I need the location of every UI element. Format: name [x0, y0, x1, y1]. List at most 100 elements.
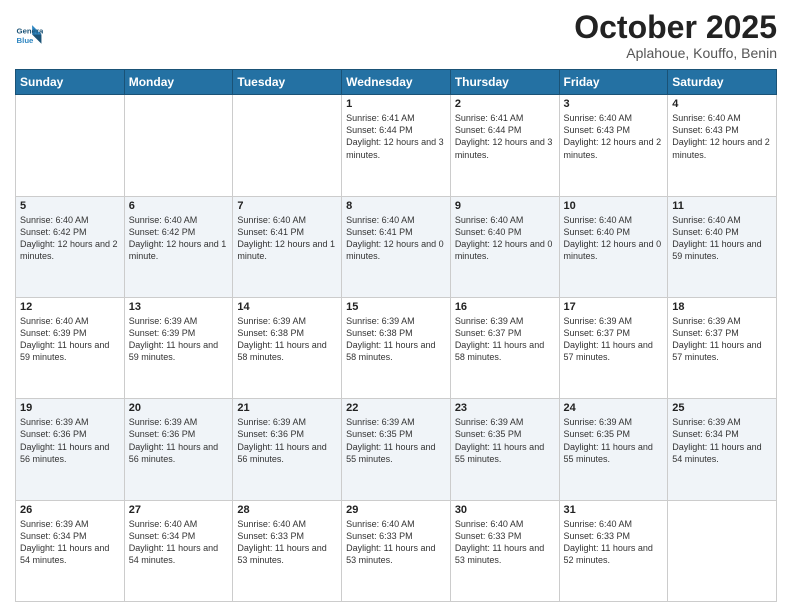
day-number: 21	[237, 402, 337, 414]
svg-text:Blue: Blue	[17, 36, 35, 45]
day-number: 4	[672, 98, 772, 110]
day-info: Sunrise: 6:39 AM Sunset: 6:37 PM Dayligh…	[672, 315, 772, 364]
day-info: Sunrise: 6:40 AM Sunset: 6:33 PM Dayligh…	[346, 518, 446, 567]
calendar-cell	[668, 500, 777, 601]
day-number: 9	[455, 200, 555, 212]
day-info: Sunrise: 6:39 AM Sunset: 6:34 PM Dayligh…	[20, 518, 120, 567]
calendar-cell: 11 Sunrise: 6:40 AM Sunset: 6:40 PM Dayli…	[668, 196, 777, 297]
calendar-cell: 20 Sunrise: 6:39 AM Sunset: 6:36 PM Dayli…	[124, 399, 233, 500]
calendar-cell: 12 Sunrise: 6:40 AM Sunset: 6:39 PM Dayli…	[16, 297, 125, 398]
header: General Blue October 2025 Aplahoue, Kouf…	[15, 10, 777, 61]
weekday-header-wednesday: Wednesday	[342, 70, 451, 95]
week-row-4: 19 Sunrise: 6:39 AM Sunset: 6:36 PM Dayli…	[16, 399, 777, 500]
calendar-cell: 26 Sunrise: 6:39 AM Sunset: 6:34 PM Dayli…	[16, 500, 125, 601]
calendar-cell: 25Sunrise: 6:39 AM Sunset: 6:34 PM Dayli…	[668, 399, 777, 500]
logo: General Blue	[15, 22, 43, 50]
day-number: 22	[346, 402, 446, 414]
title-block: October 2025 Aplahoue, Kouffo, Benin	[574, 10, 777, 61]
day-info: Sunrise: 6:41 AM Sunset: 6:44 PM Dayligh…	[346, 112, 446, 161]
day-number: 18	[672, 301, 772, 313]
day-info: Sunrise: 6:39 AM Sunset: 6:39 PM Dayligh…	[129, 315, 229, 364]
day-number: 20	[129, 402, 229, 414]
day-info: Sunrise: 6:40 AM Sunset: 6:33 PM Dayligh…	[237, 518, 337, 567]
day-number: 7	[237, 200, 337, 212]
day-number: 14	[237, 301, 337, 313]
day-info: Sunrise: 6:40 AM Sunset: 6:43 PM Dayligh…	[564, 112, 664, 161]
calendar-cell: 7 Sunrise: 6:40 AM Sunset: 6:41 PM Daylig…	[233, 196, 342, 297]
day-number: 28	[237, 504, 337, 516]
day-number: 15	[346, 301, 446, 313]
day-info: Sunrise: 6:40 AM Sunset: 6:40 PM Dayligh…	[672, 214, 772, 263]
location-title: Aplahoue, Kouffo, Benin	[574, 45, 777, 61]
week-row-1: 1 Sunrise: 6:41 AM Sunset: 6:44 PM Daylig…	[16, 95, 777, 196]
day-info: Sunrise: 6:39 AM Sunset: 6:35 PM Dayligh…	[455, 416, 555, 465]
calendar-cell: 21 Sunrise: 6:39 AM Sunset: 6:36 PM Dayli…	[233, 399, 342, 500]
weekday-header-sunday: Sunday	[16, 70, 125, 95]
calendar-cell: 18 Sunrise: 6:39 AM Sunset: 6:37 PM Dayli…	[668, 297, 777, 398]
weekday-header-tuesday: Tuesday	[233, 70, 342, 95]
day-info: Sunrise: 6:40 AM Sunset: 6:33 PM Dayligh…	[564, 518, 664, 567]
day-info: Sunrise: 6:40 AM Sunset: 6:42 PM Dayligh…	[20, 214, 120, 263]
calendar-cell: 1 Sunrise: 6:41 AM Sunset: 6:44 PM Daylig…	[342, 95, 451, 196]
day-info: Sunrise: 6:39 AM Sunset: 6:35 PM Dayligh…	[564, 416, 664, 465]
logo-icon: General Blue	[15, 22, 43, 50]
calendar-cell	[233, 95, 342, 196]
day-number: 11	[672, 200, 772, 212]
calendar-cell: 24 Sunrise: 6:39 AM Sunset: 6:35 PM Dayli…	[559, 399, 668, 500]
calendar-cell: 9Sunrise: 6:40 AM Sunset: 6:40 PM Daylig…	[450, 196, 559, 297]
day-info: Sunrise: 6:39 AM Sunset: 6:38 PM Dayligh…	[237, 315, 337, 364]
calendar-cell: 23 Sunrise: 6:39 AM Sunset: 6:35 PM Dayli…	[450, 399, 559, 500]
day-number: 30	[455, 504, 555, 516]
day-number: 27	[129, 504, 229, 516]
day-info: Sunrise: 6:39 AM Sunset: 6:38 PM Dayligh…	[346, 315, 446, 364]
calendar-cell	[124, 95, 233, 196]
day-number: 26	[20, 504, 120, 516]
calendar-cell: 22 Sunrise: 6:39 AM Sunset: 6:35 PM Dayli…	[342, 399, 451, 500]
calendar-cell: 31 Sunrise: 6:40 AM Sunset: 6:33 PM Dayli…	[559, 500, 668, 601]
day-number: 12	[20, 301, 120, 313]
weekday-header-friday: Friday	[559, 70, 668, 95]
calendar-cell: 8 Sunrise: 6:40 AM Sunset: 6:41 PM Daylig…	[342, 196, 451, 297]
day-number: 23	[455, 402, 555, 414]
calendar-cell: 10Sunrise: 6:40 AM Sunset: 6:40 PM Dayli…	[559, 196, 668, 297]
day-number: 29	[346, 504, 446, 516]
day-number: 17	[564, 301, 664, 313]
calendar-cell: 4 Sunrise: 6:40 AM Sunset: 6:43 PM Daylig…	[668, 95, 777, 196]
calendar-cell: 2 Sunrise: 6:41 AM Sunset: 6:44 PM Daylig…	[450, 95, 559, 196]
weekday-header-thursday: Thursday	[450, 70, 559, 95]
day-number: 1	[346, 98, 446, 110]
day-number: 10	[564, 200, 664, 212]
day-info: Sunrise: 6:40 AM Sunset: 6:41 PM Dayligh…	[237, 214, 337, 263]
day-info: Sunrise: 6:39 AM Sunset: 6:34 PM Dayligh…	[672, 416, 772, 465]
calendar-cell: 16Sunrise: 6:39 AM Sunset: 6:37 PM Dayli…	[450, 297, 559, 398]
calendar-cell: 27 Sunrise: 6:40 AM Sunset: 6:34 PM Dayli…	[124, 500, 233, 601]
day-info: Sunrise: 6:40 AM Sunset: 6:43 PM Dayligh…	[672, 112, 772, 161]
day-number: 2	[455, 98, 555, 110]
day-info: Sunrise: 6:40 AM Sunset: 6:34 PM Dayligh…	[129, 518, 229, 567]
day-info: Sunrise: 6:40 AM Sunset: 6:33 PM Dayligh…	[455, 518, 555, 567]
calendar-cell: 15 Sunrise: 6:39 AM Sunset: 6:38 PM Dayli…	[342, 297, 451, 398]
calendar-cell: 14 Sunrise: 6:39 AM Sunset: 6:38 PM Dayli…	[233, 297, 342, 398]
week-row-3: 12 Sunrise: 6:40 AM Sunset: 6:39 PM Dayli…	[16, 297, 777, 398]
weekday-header-saturday: Saturday	[668, 70, 777, 95]
day-number: 19	[20, 402, 120, 414]
day-number: 31	[564, 504, 664, 516]
day-info: Sunrise: 6:40 AM Sunset: 6:39 PM Dayligh…	[20, 315, 120, 364]
day-info: Sunrise: 6:39 AM Sunset: 6:35 PM Dayligh…	[346, 416, 446, 465]
day-info: Sunrise: 6:39 AM Sunset: 6:36 PM Dayligh…	[237, 416, 337, 465]
week-row-5: 26 Sunrise: 6:39 AM Sunset: 6:34 PM Dayli…	[16, 500, 777, 601]
day-info: Sunrise: 6:40 AM Sunset: 6:41 PM Dayligh…	[346, 214, 446, 263]
day-number: 16	[455, 301, 555, 313]
page: General Blue October 2025 Aplahoue, Kouf…	[0, 0, 792, 612]
calendar-cell: 29 Sunrise: 6:40 AM Sunset: 6:33 PM Dayli…	[342, 500, 451, 601]
day-number: 5	[20, 200, 120, 212]
day-number: 3	[564, 98, 664, 110]
day-number: 24	[564, 402, 664, 414]
calendar-cell	[16, 95, 125, 196]
day-info: Sunrise: 6:41 AM Sunset: 6:44 PM Dayligh…	[455, 112, 555, 161]
day-info: Sunrise: 6:39 AM Sunset: 6:36 PM Dayligh…	[20, 416, 120, 465]
calendar-cell: 5 Sunrise: 6:40 AM Sunset: 6:42 PM Daylig…	[16, 196, 125, 297]
day-info: Sunrise: 6:39 AM Sunset: 6:36 PM Dayligh…	[129, 416, 229, 465]
svg-text:General: General	[17, 26, 43, 35]
day-number: 8	[346, 200, 446, 212]
